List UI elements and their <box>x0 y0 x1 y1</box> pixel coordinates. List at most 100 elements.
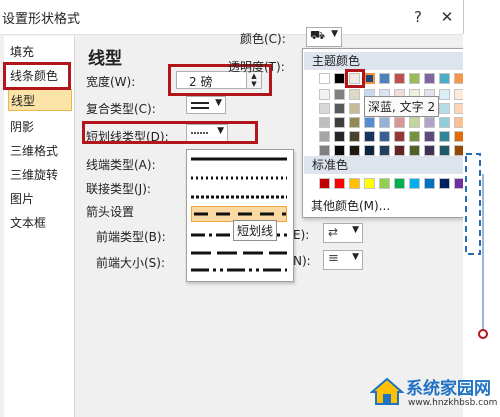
end-size-label: N): <box>293 254 311 268</box>
theme-shade-swatch[interactable] <box>439 117 450 128</box>
standard-colors-header: 标准色 <box>304 156 472 174</box>
dash-option-long-dash-dot[interactable] <box>191 263 287 277</box>
document-area <box>463 34 500 417</box>
theme-color-swatch[interactable] <box>319 73 330 84</box>
dash-option-round-dot[interactable] <box>191 171 287 185</box>
dash-tooltip: 短划线 <box>233 220 278 241</box>
theme-shade-swatch[interactable] <box>319 131 330 142</box>
theme-shade-swatch[interactable] <box>439 145 450 156</box>
dialog-title: 设置形状格式 <box>2 12 81 27</box>
end-type-label: E): <box>293 228 310 242</box>
theme-shade-swatch[interactable] <box>334 89 345 100</box>
nav-item-textbox[interactable]: 文本框 <box>10 212 74 234</box>
color-label: 颜色(C): <box>240 32 286 46</box>
theme-shade-swatch[interactable] <box>319 89 330 100</box>
standard-color-swatch[interactable] <box>409 178 420 189</box>
theme-shade-swatch[interactable] <box>394 117 405 128</box>
chevron-down-icon: ▼ <box>352 225 359 235</box>
category-nav: 填充 线条颜色 线型 阴影 三维格式 三维旋转 图片 文本框 <box>4 36 75 417</box>
theme-shade-swatch[interactable] <box>334 103 345 114</box>
nav-item-3d-format[interactable]: 三维格式 <box>10 140 74 162</box>
color-palette-popup: 主题颜色 标准色 其他颜色(M)... <box>302 48 474 218</box>
theme-shade-swatch[interactable] <box>349 103 360 114</box>
theme-color-swatch[interactable] <box>364 73 375 84</box>
join-type-label: 联接类型(J): <box>86 182 151 196</box>
nav-item-fill[interactable]: 填充 <box>10 41 74 63</box>
theme-shade-swatch[interactable] <box>379 145 390 156</box>
width-label: 宽度(W): <box>86 75 136 89</box>
standard-color-swatch[interactable] <box>394 178 405 189</box>
theme-shade-swatch[interactable] <box>394 145 405 156</box>
standard-color-swatch[interactable] <box>439 178 450 189</box>
theme-shade-swatch[interactable] <box>439 103 450 114</box>
theme-shade-swatch[interactable] <box>409 117 420 128</box>
theme-shade-swatch[interactable] <box>424 145 435 156</box>
theme-shade-swatch[interactable] <box>349 131 360 142</box>
title-bar: 设置形状格式 ? ✕ <box>0 0 463 35</box>
theme-shade-swatch[interactable] <box>379 131 390 142</box>
nav-item-picture[interactable]: 图片 <box>10 188 74 210</box>
compound-line-icon <box>191 102 209 109</box>
theme-shade-swatch[interactable] <box>319 117 330 128</box>
theme-color-swatch[interactable] <box>439 73 450 84</box>
more-colors-link[interactable]: 其他颜色(M)... <box>311 197 390 214</box>
begin-type-label: 前端类型(B): <box>96 230 166 244</box>
standard-color-swatch[interactable] <box>379 178 390 189</box>
dash-option-long-dash[interactable] <box>191 246 287 260</box>
theme-color-swatch[interactable] <box>334 73 345 84</box>
paint-bucket-icon: ⛟ <box>310 28 326 42</box>
close-button[interactable]: ✕ <box>436 6 458 28</box>
theme-shade-swatch[interactable] <box>334 145 345 156</box>
theme-shade-swatch[interactable] <box>409 145 420 156</box>
nav-item-3d-rotation[interactable]: 三维旋转 <box>10 164 74 186</box>
dash-option-square-dot[interactable] <box>191 190 287 204</box>
standard-color-swatch[interactable] <box>364 178 375 189</box>
standard-color-swatch[interactable] <box>334 178 345 189</box>
theme-colors-header: 主题颜色 <box>304 52 472 70</box>
theme-shade-swatch[interactable] <box>364 145 375 156</box>
arrow-size-icon: ≡ <box>328 251 339 266</box>
nav-item-line-style[interactable]: 线型 <box>8 89 72 111</box>
theme-shade-swatch[interactable] <box>334 131 345 142</box>
compound-type-select[interactable]: ▼ <box>186 96 226 114</box>
theme-shade-swatch[interactable] <box>439 131 450 142</box>
compound-type-label: 复合类型(C): <box>86 102 156 116</box>
theme-shade-swatch[interactable] <box>349 145 360 156</box>
arrow-settings-heading: 箭头设置 <box>86 205 135 219</box>
chevron-down-icon: ▼ <box>215 98 222 108</box>
theme-color-swatch[interactable] <box>409 73 420 84</box>
theme-color-swatch[interactable] <box>394 73 405 84</box>
theme-shade-swatch[interactable] <box>379 117 390 128</box>
end-size-select[interactable]: ≡ ▼ <box>323 250 363 270</box>
standard-color-swatch[interactable] <box>319 178 330 189</box>
dash-type-menu <box>186 149 294 282</box>
theme-shade-swatch[interactable] <box>424 131 435 142</box>
color-select[interactable]: ⛟ ▼ <box>306 27 342 47</box>
highlight-dash-type <box>82 121 258 144</box>
dash-option-solid[interactable] <box>191 152 287 166</box>
watermark: 系统家园网 www.hnzkhbsb.com <box>370 372 498 414</box>
transparency-label: 透明度(T): <box>228 60 285 74</box>
format-shape-dialog: 设置形状格式 ? ✕ 填充 线条颜色 线型 阴影 三维格式 三维旋转 图片 文本… <box>0 0 474 417</box>
standard-color-swatch[interactable] <box>424 178 435 189</box>
theme-shade-swatch[interactable] <box>424 117 435 128</box>
theme-shade-swatch[interactable] <box>349 89 360 100</box>
end-type-select[interactable]: ⇄ ▼ <box>323 223 363 243</box>
theme-shade-swatch[interactable] <box>319 145 330 156</box>
theme-color-swatch[interactable] <box>424 73 435 84</box>
theme-color-swatch[interactable] <box>379 73 390 84</box>
chevron-down-icon: ▼ <box>352 252 359 262</box>
theme-shade-swatch[interactable] <box>364 117 375 128</box>
shape-outline <box>465 153 488 339</box>
help-button[interactable]: ? <box>407 6 429 28</box>
theme-shade-swatch[interactable] <box>334 117 345 128</box>
theme-shade-swatch[interactable] <box>364 131 375 142</box>
theme-shade-swatch[interactable] <box>319 103 330 114</box>
theme-shade-swatch[interactable] <box>394 131 405 142</box>
nav-item-shadow[interactable]: 阴影 <box>10 116 74 138</box>
house-logo-icon <box>370 377 404 405</box>
standard-color-swatch[interactable] <box>349 178 360 189</box>
theme-shade-swatch[interactable] <box>409 131 420 142</box>
theme-shade-swatch[interactable] <box>439 89 450 100</box>
theme-shade-swatch[interactable] <box>349 117 360 128</box>
